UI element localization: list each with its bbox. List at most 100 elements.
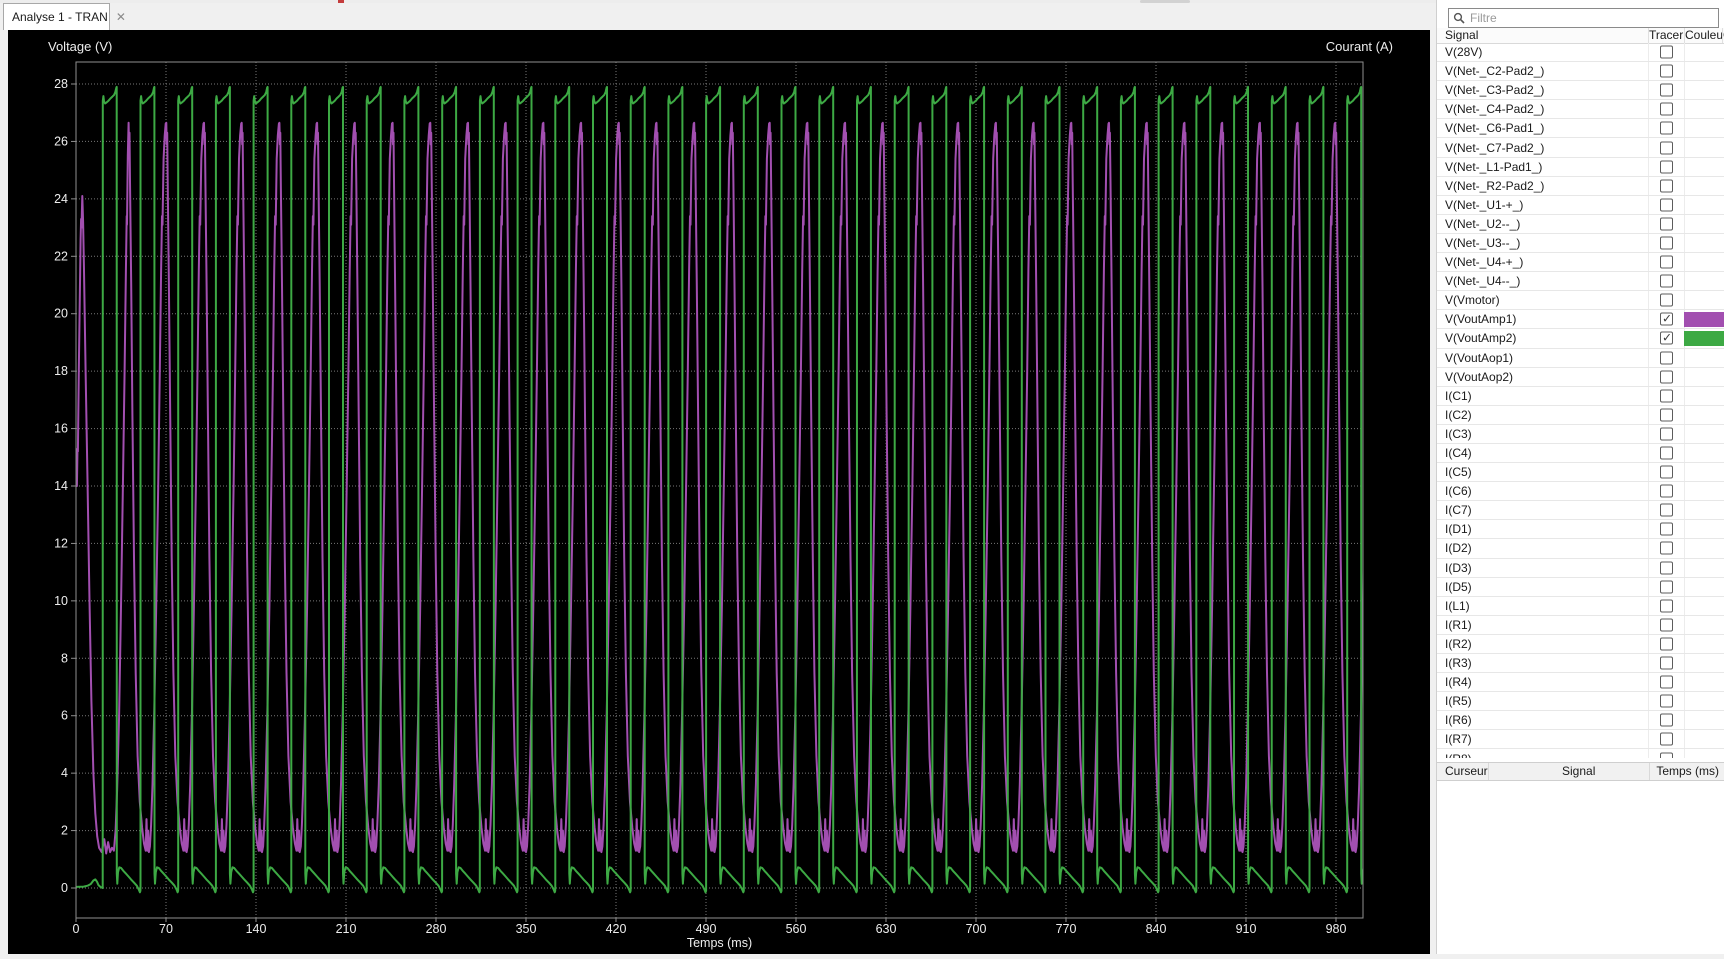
tracer-checkbox[interactable] xyxy=(1660,370,1673,384)
tracer-checkbox[interactable] xyxy=(1660,427,1673,441)
signal-row[interactable]: I(C6) xyxy=(1437,482,1724,502)
signal-filter-input[interactable] xyxy=(1470,11,1714,25)
signal-row[interactable]: V(Net-_C2-Pad2_) xyxy=(1437,62,1724,82)
signal-row[interactable]: V(Net-_C6-Pad1_) xyxy=(1437,119,1724,139)
signal-row[interactable]: V(Vmotor) xyxy=(1437,291,1724,311)
tracer-checkbox[interactable] xyxy=(1660,389,1673,403)
signal-row[interactable]: V(Net-_C7-Pad2_) xyxy=(1437,138,1724,158)
column-header-signal[interactable]: Signal xyxy=(1437,28,1648,43)
waveform-plot-canvas[interactable]: 0 70 140 210 280 350 420 490 560 630 700 770 840 910 9… xyxy=(8,30,1430,954)
tracer-checkbox[interactable] xyxy=(1660,580,1673,594)
tracer-checkbox[interactable] xyxy=(1660,160,1673,174)
signal-row[interactable]: V(VoutAop1) xyxy=(1437,348,1724,368)
signal-row[interactable]: I(R6) xyxy=(1437,711,1724,731)
signal-row[interactable]: I(C3) xyxy=(1437,424,1724,444)
tracer-checkbox[interactable] xyxy=(1660,465,1673,479)
couleur-cell xyxy=(1684,615,1722,634)
tracer-checkbox[interactable] xyxy=(1660,217,1673,231)
tracer-checkbox[interactable] xyxy=(1660,121,1673,135)
tracer-checkbox[interactable] xyxy=(1660,503,1673,517)
signal-row[interactable]: I(R7) xyxy=(1437,730,1724,750)
tab-close-icon[interactable]: ✕ xyxy=(116,11,126,23)
column-header-tracer[interactable]: Tracer xyxy=(1648,28,1684,43)
signal-row[interactable]: I(C5) xyxy=(1437,463,1724,483)
signal-row[interactable]: I(C4) xyxy=(1437,443,1724,464)
column-header-couleur[interactable]: Couleur xyxy=(1684,28,1722,43)
tracer-checkbox[interactable] xyxy=(1660,599,1673,613)
signal-name: V(Net-_C6-Pad1_) xyxy=(1445,121,1545,136)
tracer-checkbox[interactable]: ✓ xyxy=(1660,312,1673,326)
tracer-checkbox[interactable] xyxy=(1660,179,1673,193)
trace-color-swatch[interactable] xyxy=(1684,331,1724,346)
signal-row[interactable]: I(D1) xyxy=(1437,520,1724,540)
tracer-checkbox[interactable] xyxy=(1660,236,1673,250)
signal-filter-box[interactable] xyxy=(1448,8,1719,28)
signal-row[interactable]: V(Net-_U2--_) xyxy=(1437,214,1724,234)
y-tick-label: 22 xyxy=(54,249,68,263)
signal-row[interactable]: I(R4) xyxy=(1437,673,1724,693)
signal-row[interactable]: I(R5) xyxy=(1437,692,1724,712)
signal-row[interactable]: V(Net-_R2-Pad2_) xyxy=(1437,176,1724,196)
cursor-header-separator xyxy=(1649,763,1650,780)
tracer-checkbox[interactable] xyxy=(1660,675,1673,689)
signal-row[interactable]: V(Net-_C3-Pad2_) xyxy=(1437,81,1724,101)
waveform-plot-area[interactable]: 0 70 140 210 280 350 420 490 560 630 700 770 840 910 9… xyxy=(8,30,1430,954)
signal-row[interactable]: I(R2) xyxy=(1437,634,1724,654)
tracer-checkbox[interactable] xyxy=(1660,637,1673,651)
signal-row[interactable]: V(VoutAmp2) ✓ xyxy=(1437,329,1724,349)
tracer-checkbox[interactable] xyxy=(1660,408,1673,422)
tracer-checkbox[interactable] xyxy=(1660,141,1673,155)
tracer-checkbox[interactable] xyxy=(1660,618,1673,632)
tracer-checkbox[interactable] xyxy=(1660,45,1673,59)
signal-row[interactable]: I(L1) xyxy=(1437,596,1724,616)
tracer-checkbox[interactable] xyxy=(1660,351,1673,365)
signal-name: I(C1) xyxy=(1445,388,1472,403)
signal-row[interactable]: V(Net-_U3--_) xyxy=(1437,233,1724,254)
couleur-cell xyxy=(1684,329,1724,348)
tracer-checkbox[interactable]: ✓ xyxy=(1660,331,1673,345)
tracer-checkbox[interactable] xyxy=(1660,255,1673,269)
signal-row[interactable]: I(R3) xyxy=(1437,654,1724,674)
tracer-checkbox[interactable] xyxy=(1660,656,1673,670)
signal-row[interactable]: V(Net-_U4--_) xyxy=(1437,272,1724,292)
tracer-checkbox[interactable] xyxy=(1660,102,1673,116)
cursor-col-signal[interactable]: Signal xyxy=(1562,763,1595,780)
signal-row[interactable]: V(Net-_C4-Pad2_) xyxy=(1437,100,1724,120)
tracer-checkbox[interactable] xyxy=(1660,752,1673,758)
signal-name: V(Net-_U2--_) xyxy=(1445,216,1521,231)
signal-row[interactable]: I(D3) xyxy=(1437,558,1724,578)
signal-row[interactable]: I(D5) xyxy=(1437,577,1724,597)
tracer-checkbox[interactable] xyxy=(1660,694,1673,708)
signal-row[interactable]: I(D2) xyxy=(1437,539,1724,559)
tracer-checkbox[interactable] xyxy=(1660,83,1673,97)
signal-name: V(Net-_C4-Pad2_) xyxy=(1445,102,1545,117)
tracer-checkbox[interactable] xyxy=(1660,198,1673,212)
signal-row[interactable]: I(R1) xyxy=(1437,615,1724,635)
tracer-checkbox[interactable] xyxy=(1660,522,1673,536)
tracer-checkbox[interactable] xyxy=(1660,64,1673,78)
signal-row[interactable]: I(C2) xyxy=(1437,405,1724,425)
tracer-checkbox[interactable] xyxy=(1660,541,1673,555)
signal-row[interactable]: V(VoutAop2) xyxy=(1437,367,1724,387)
tracer-checkbox[interactable] xyxy=(1660,446,1673,460)
x-tick-label: 0 xyxy=(73,922,80,936)
signal-row[interactable]: V(Net-_U4-+_) xyxy=(1437,253,1724,273)
signal-row[interactable]: V(Net-_L1-Pad1_) xyxy=(1437,157,1724,177)
tab-analyse1-tran[interactable]: Analyse 1 - TRAN ✕ xyxy=(3,3,126,30)
signal-row[interactable]: V(Net-_U1-+_) xyxy=(1437,195,1724,215)
signal-row[interactable]: I(R8) xyxy=(1437,749,1724,758)
cursor-col-curseur[interactable]: Curseur xyxy=(1445,763,1488,780)
signal-row[interactable]: V(VoutAmp1) ✓ xyxy=(1437,310,1724,330)
tracer-checkbox[interactable] xyxy=(1660,713,1673,727)
signal-row[interactable]: V(28V) xyxy=(1437,43,1724,63)
tracer-checkbox[interactable] xyxy=(1660,561,1673,575)
tracer-checkbox[interactable] xyxy=(1660,293,1673,307)
trace-color-swatch[interactable] xyxy=(1684,312,1724,327)
tracer-cell xyxy=(1648,62,1684,81)
tracer-checkbox[interactable] xyxy=(1660,484,1673,498)
tracer-checkbox[interactable] xyxy=(1660,274,1673,288)
signal-row[interactable]: I(C7) xyxy=(1437,501,1724,521)
cursor-col-time[interactable]: Temps (ms) xyxy=(1656,763,1719,780)
tracer-checkbox[interactable] xyxy=(1660,732,1673,746)
signal-row[interactable]: I(C1) xyxy=(1437,386,1724,406)
